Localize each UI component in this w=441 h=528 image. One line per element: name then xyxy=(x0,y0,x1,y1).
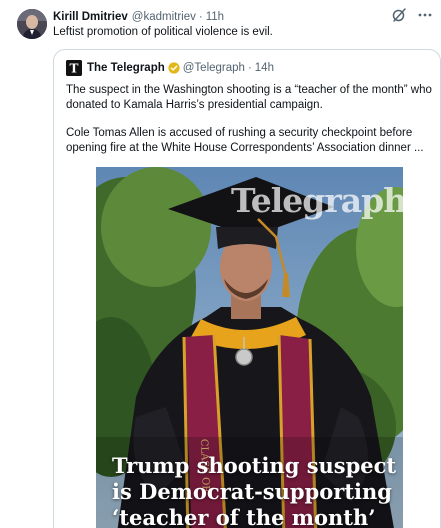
timestamp[interactable]: 11h xyxy=(206,11,224,23)
grok-icon[interactable] xyxy=(391,7,407,23)
headline-line-3: ‘teacher of the month’ xyxy=(112,505,376,528)
telegraph-watermark: Telegraph xyxy=(231,181,403,220)
svg-text:T: T xyxy=(70,62,79,76)
quoted-tweet-header: T The Telegraph @Telegraph · 14h xyxy=(66,60,274,76)
quoted-timestamp[interactable]: 14h xyxy=(255,62,274,74)
headline-line-2: is Democrat-supporting xyxy=(112,479,392,504)
quoted-media-image[interactable]: CLASS OF Telegraph xyxy=(96,167,403,528)
verified-badge-icon xyxy=(168,62,180,74)
quoted-author-handle[interactable]: @Telegraph xyxy=(183,62,245,74)
tweet[interactable]: Kirill Dmitriev @kadmitriev · 11h Leftis… xyxy=(0,0,441,528)
quoted-paragraph-1: The suspect in the Washington shooting i… xyxy=(66,84,432,111)
quoted-author-name[interactable]: The Telegraph xyxy=(87,62,165,74)
tweet-header: Kirill Dmitriev @kadmitriev · 11h xyxy=(53,9,373,25)
headline-line-1: Trump shooting suspect xyxy=(112,453,397,478)
tweet-text: Leftist promotion of political violence … xyxy=(53,26,273,38)
quoted-separator: · xyxy=(247,62,252,74)
quoted-tweet-text: The suspect in the Washington shooting i… xyxy=(66,83,434,156)
more-icon[interactable] xyxy=(417,7,433,23)
telegraph-logo-icon[interactable]: T xyxy=(66,60,82,76)
author-name[interactable]: Kirill Dmitriev xyxy=(53,11,128,23)
separator: · xyxy=(198,11,203,23)
quoted-paragraph-2: Cole Tomas Allen is accused of rushing a… xyxy=(66,127,424,154)
quoted-tweet[interactable]: T The Telegraph @Telegraph · 14h The sus… xyxy=(53,49,441,528)
media-headline: Trump shooting suspect is Democrat-suppo… xyxy=(112,453,402,528)
avatar[interactable] xyxy=(17,9,47,39)
tweet-tools xyxy=(391,7,433,23)
author-handle[interactable]: @kadmitriev xyxy=(132,11,196,23)
